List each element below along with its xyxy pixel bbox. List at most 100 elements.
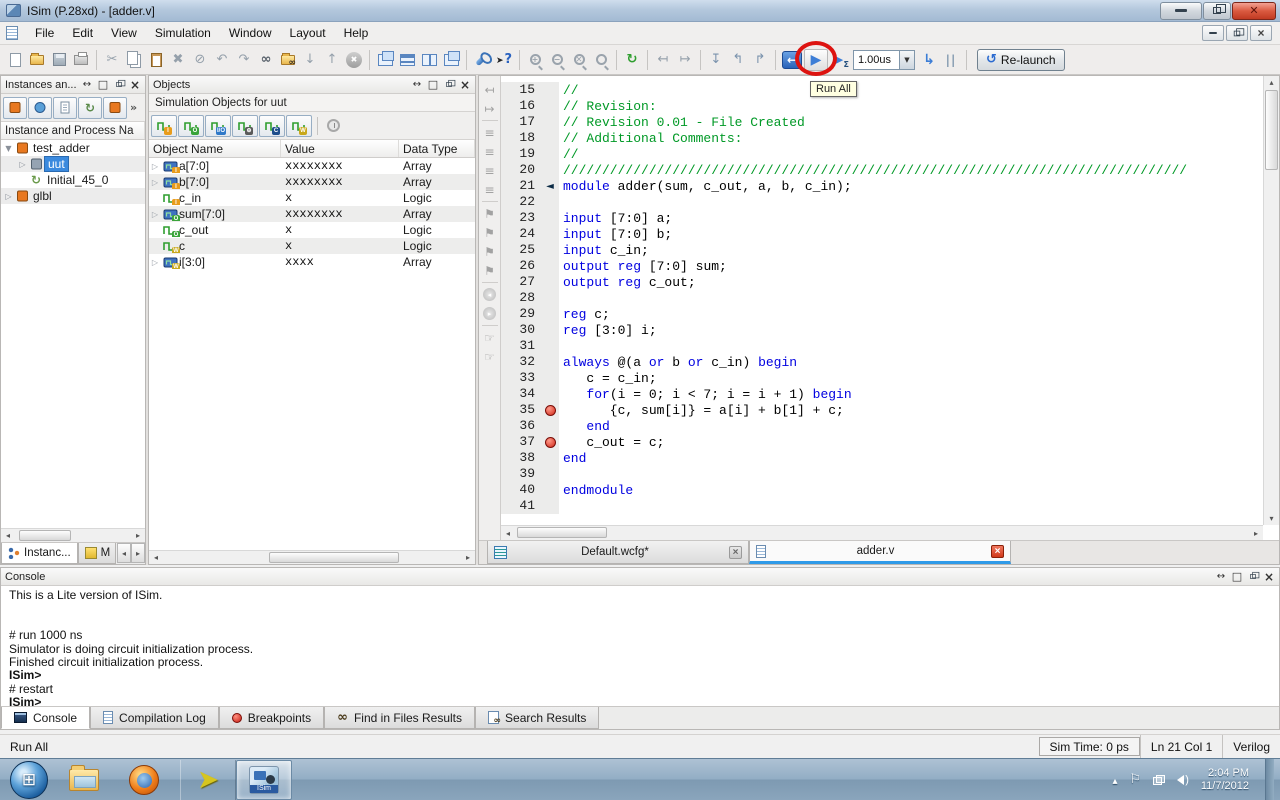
dock-icon[interactable]	[411, 79, 423, 91]
tree-row-uut[interactable]: ▷uut	[1, 156, 145, 172]
code-line-41[interactable]: 41	[501, 498, 1263, 514]
open-file-icon[interactable]	[26, 49, 48, 71]
line-marker[interactable]	[541, 114, 559, 130]
taskbar-clock[interactable]: 2:04 PM 11/7/2012	[1201, 767, 1253, 793]
toolbar-overflow-icon[interactable]: »	[130, 101, 137, 114]
expander-icon[interactable]: ▷	[149, 258, 161, 267]
line-marker[interactable]	[541, 370, 559, 386]
code-text[interactable]: always @(a or b or c_in) begin	[559, 355, 797, 370]
code-text[interactable]: // Revision 0.01 - File Created	[559, 115, 805, 130]
find-icon[interactable]: ∞	[255, 49, 277, 71]
design-view-button[interactable]	[28, 97, 52, 119]
line-marker[interactable]	[541, 274, 559, 290]
close-panel-icon[interactable]	[1263, 571, 1275, 583]
code-line-39[interactable]: 39	[501, 466, 1263, 482]
pan-hand-icon[interactable]: ☞	[481, 328, 499, 347]
instances-view-button[interactable]	[3, 97, 27, 119]
zoom-out-icon[interactable]: −	[546, 49, 568, 71]
close-panel-icon[interactable]	[459, 79, 471, 91]
code-text[interactable]: c_out = c;	[559, 435, 664, 450]
sim-time-combo[interactable]: 1.00us	[853, 50, 915, 70]
filter-internal-button[interactable]: ⊕	[232, 115, 258, 137]
undo-icon[interactable]: ↶	[211, 49, 233, 71]
step-over-icon[interactable]: ↰	[727, 49, 749, 71]
taskbar-explorer-button[interactable]	[62, 760, 106, 800]
line-marker[interactable]	[541, 82, 559, 98]
taskbar-isim-button[interactable]: ISim	[236, 760, 292, 800]
line-marker[interactable]	[541, 466, 559, 482]
close-tab-icon[interactable]	[729, 546, 742, 559]
code-line-33[interactable]: 33 c = c_in;	[501, 370, 1263, 386]
line-marker[interactable]	[541, 194, 559, 210]
line-marker[interactable]	[541, 242, 559, 258]
tab-find-in-files-results[interactable]: Find in Files Results	[324, 707, 475, 729]
maximize-icon[interactable]	[427, 79, 439, 91]
objects-hscrollbar[interactable]: ◂ ▸	[149, 550, 475, 564]
line-marker[interactable]	[541, 258, 559, 274]
step-into-icon[interactable]: ↧	[705, 49, 727, 71]
sim-time-dropdown-button[interactable]	[899, 51, 914, 69]
code-text[interactable]: output reg c_out;	[559, 275, 696, 290]
settings-wrench-icon[interactable]	[471, 49, 493, 71]
code-text[interactable]: for(i = 0; i < 7; i = i + 1) begin	[559, 387, 852, 402]
block-edit-icon[interactable]: ⊘	[189, 49, 211, 71]
code-text[interactable]: output reg [7:0] sum;	[559, 259, 727, 274]
indent-icon[interactable]: ↦	[481, 99, 499, 118]
tab-console[interactable]: Console	[1, 707, 90, 729]
code-line-20[interactable]: 20//////////////////////////////////////…	[501, 162, 1263, 178]
goto-line-2-icon[interactable]: ≡	[481, 180, 499, 199]
tray-expand-icon[interactable]	[1113, 773, 1118, 787]
tab-search-results[interactable]: Search Results	[475, 707, 599, 729]
instances-hscrollbar[interactable]: ◂ ▸	[1, 528, 145, 542]
line-marker[interactable]	[541, 338, 559, 354]
bookmark-previous-icon[interactable]: ⚑	[481, 242, 499, 261]
code-line-19[interactable]: 19//	[501, 146, 1263, 162]
filter-output-button[interactable]: O	[178, 115, 204, 137]
menu-window[interactable]: Window	[220, 23, 281, 43]
code-line-25[interactable]: 25input c_in;	[501, 242, 1263, 258]
scroll-up-icon[interactable]: ▴	[1264, 76, 1279, 89]
menu-help[interactable]: Help	[335, 23, 378, 43]
close-panel-icon[interactable]	[129, 79, 141, 91]
scroll-thumb[interactable]	[269, 552, 399, 563]
menu-edit[interactable]: Edit	[63, 23, 102, 43]
breakpoint-marker[interactable]	[541, 434, 559, 450]
relaunch-button[interactable]: Re-launch	[977, 49, 1065, 71]
step-out-icon[interactable]: ↱	[749, 49, 771, 71]
scroll-thumb[interactable]	[19, 530, 71, 541]
goto-line-icon[interactable]: ≡	[481, 142, 499, 161]
line-marker[interactable]	[541, 418, 559, 434]
code-text[interactable]: ////////////////////////////////////////…	[559, 163, 1187, 178]
object-row-a[7:0][interactable]: ▷Ia[7:0]xxxxxxxxArray	[149, 158, 475, 174]
zoom-full-icon[interactable]: ✕	[568, 49, 590, 71]
code-text[interactable]: module adder(sum, c_out, a, b, c_in);	[559, 179, 852, 194]
code-text[interactable]: endmodule	[559, 483, 633, 498]
source-view-button[interactable]	[53, 97, 77, 119]
menu-layout[interactable]: Layout	[281, 23, 335, 43]
code-line-30[interactable]: 30reg [3:0] i;	[501, 322, 1263, 338]
zoom-in-icon[interactable]: +	[524, 49, 546, 71]
bookmark-toggle-icon[interactable]: ⚑	[481, 204, 499, 223]
code-line-34[interactable]: 34 for(i = 0; i < 7; i = i + 1) begin	[501, 386, 1263, 402]
object-row-c_in[interactable]: Ic_inxLogic	[149, 190, 475, 206]
line-marker[interactable]	[541, 482, 559, 498]
tab-breakpoints[interactable]: Breakpoints	[219, 707, 324, 729]
code-line-28[interactable]: 28	[501, 290, 1263, 306]
taskbar-firefox-button[interactable]	[122, 760, 166, 800]
tree-row-test_adder[interactable]: ▼test_adder	[1, 140, 145, 156]
code-line-18[interactable]: 18// Additional Comments:	[501, 130, 1263, 146]
code-line-38[interactable]: 38end	[501, 450, 1263, 466]
find-in-files-icon[interactable]	[277, 49, 299, 71]
line-marker[interactable]	[541, 130, 559, 146]
code-area[interactable]: 15//16// Revision:17// Revision 0.01 - F…	[501, 76, 1279, 540]
dock-icon[interactable]	[1215, 571, 1227, 583]
code-text[interactable]: c = c_in;	[559, 371, 657, 386]
code-text[interactable]: reg [3:0] i;	[559, 323, 657, 338]
scroll-left-icon[interactable]: ◂	[149, 551, 163, 564]
tab-default-wcfg[interactable]: Default.wcfg*	[487, 541, 749, 564]
maximize-icon[interactable]	[97, 79, 109, 91]
code-text[interactable]: input c_in;	[559, 243, 649, 258]
line-marker[interactable]	[541, 146, 559, 162]
scroll-right-icon[interactable]: ▸	[461, 551, 475, 564]
object-row-i[3:0][interactable]: ▷Wi[3:0]xxxxArray	[149, 254, 475, 270]
